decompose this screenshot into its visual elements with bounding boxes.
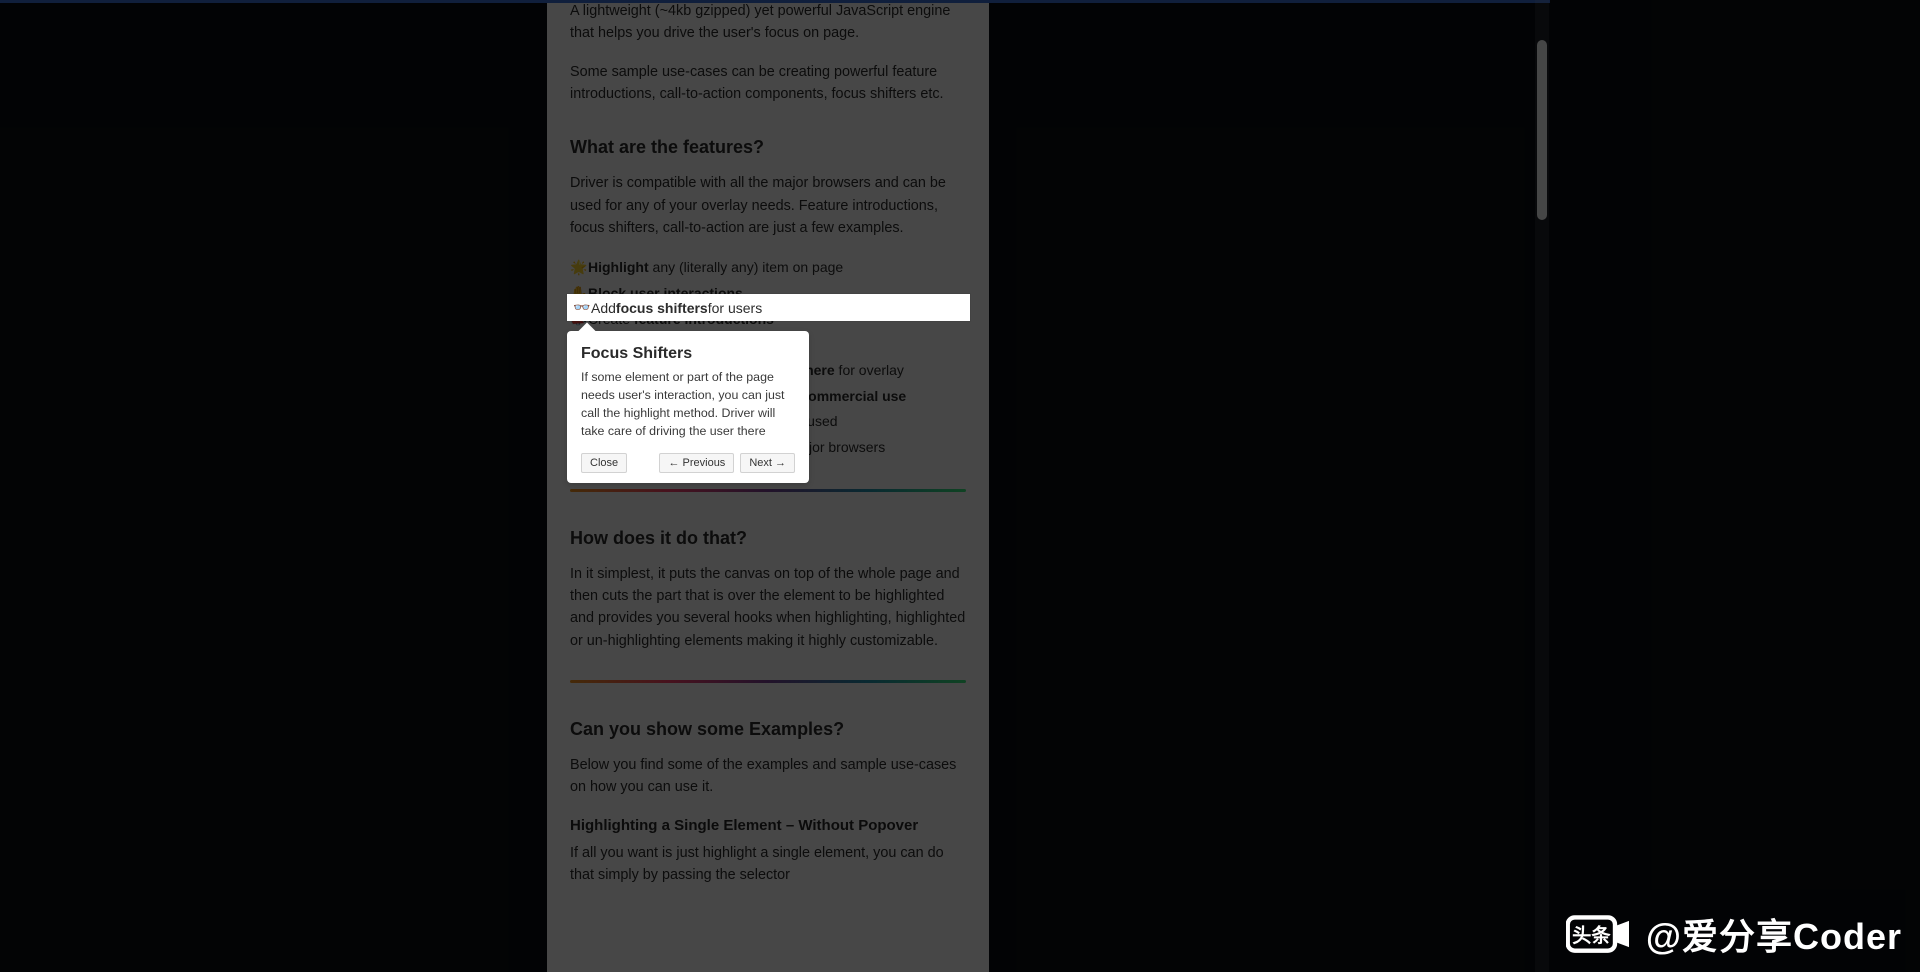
previous-button[interactable]: ← Previous [659, 453, 734, 473]
example-sub-desc: If all you want is just highlight a sing… [570, 842, 966, 887]
features-desc: Driver is compatible with all the major … [570, 172, 966, 239]
feature-item-highlight: 🌟Highlight any (literally any) item on p… [570, 255, 966, 281]
star-icon: 🌟 [570, 257, 588, 279]
intro-paragraph-2: Some sample use-cases can be creating po… [570, 61, 966, 106]
section-divider [570, 489, 966, 492]
popover-description: If some element or part of the page need… [581, 369, 795, 441]
how-heading: How does it do that? [570, 528, 966, 549]
page-loading-bar [0, 0, 1550, 3]
toutiao-logo-icon: 头条 [1566, 912, 1636, 956]
popover-title: Focus Shifters [581, 345, 795, 363]
watermark: 头条 @爱分享Coder [1566, 908, 1902, 960]
glasses-icon: 👓 [573, 299, 591, 316]
content-column: A lightweight (~4kb gzipped) yet powerfu… [547, 0, 989, 972]
close-button[interactable]: Close [581, 453, 627, 473]
page-scrollbar-thumb[interactable] [1537, 40, 1547, 220]
driver-popover: Focus Shifters If some element or part o… [567, 331, 809, 483]
popover-footer: Close ← Previous Next → [581, 453, 795, 473]
examples-heading: Can you show some Examples? [570, 719, 966, 740]
examples-desc: Below you find some of the examples and … [570, 754, 966, 799]
page-scrollbar-track[interactable] [1535, 0, 1549, 972]
intro-paragraph-1: A lightweight (~4kb gzipped) yet powerfu… [570, 0, 966, 45]
svg-text:头条: 头条 [1572, 924, 1611, 947]
features-heading: What are the features? [570, 137, 966, 158]
next-button[interactable]: Next → [740, 453, 795, 473]
how-desc: In it simplest, it puts the canvas on to… [570, 563, 966, 652]
example-sub-heading: Highlighting a Single Element – Without … [570, 817, 966, 834]
watermark-text: @爱分享Coder [1646, 908, 1902, 960]
driver-highlighted-element[interactable]: 👓Add focus shifters for users [567, 294, 970, 321]
section-divider [570, 680, 966, 683]
